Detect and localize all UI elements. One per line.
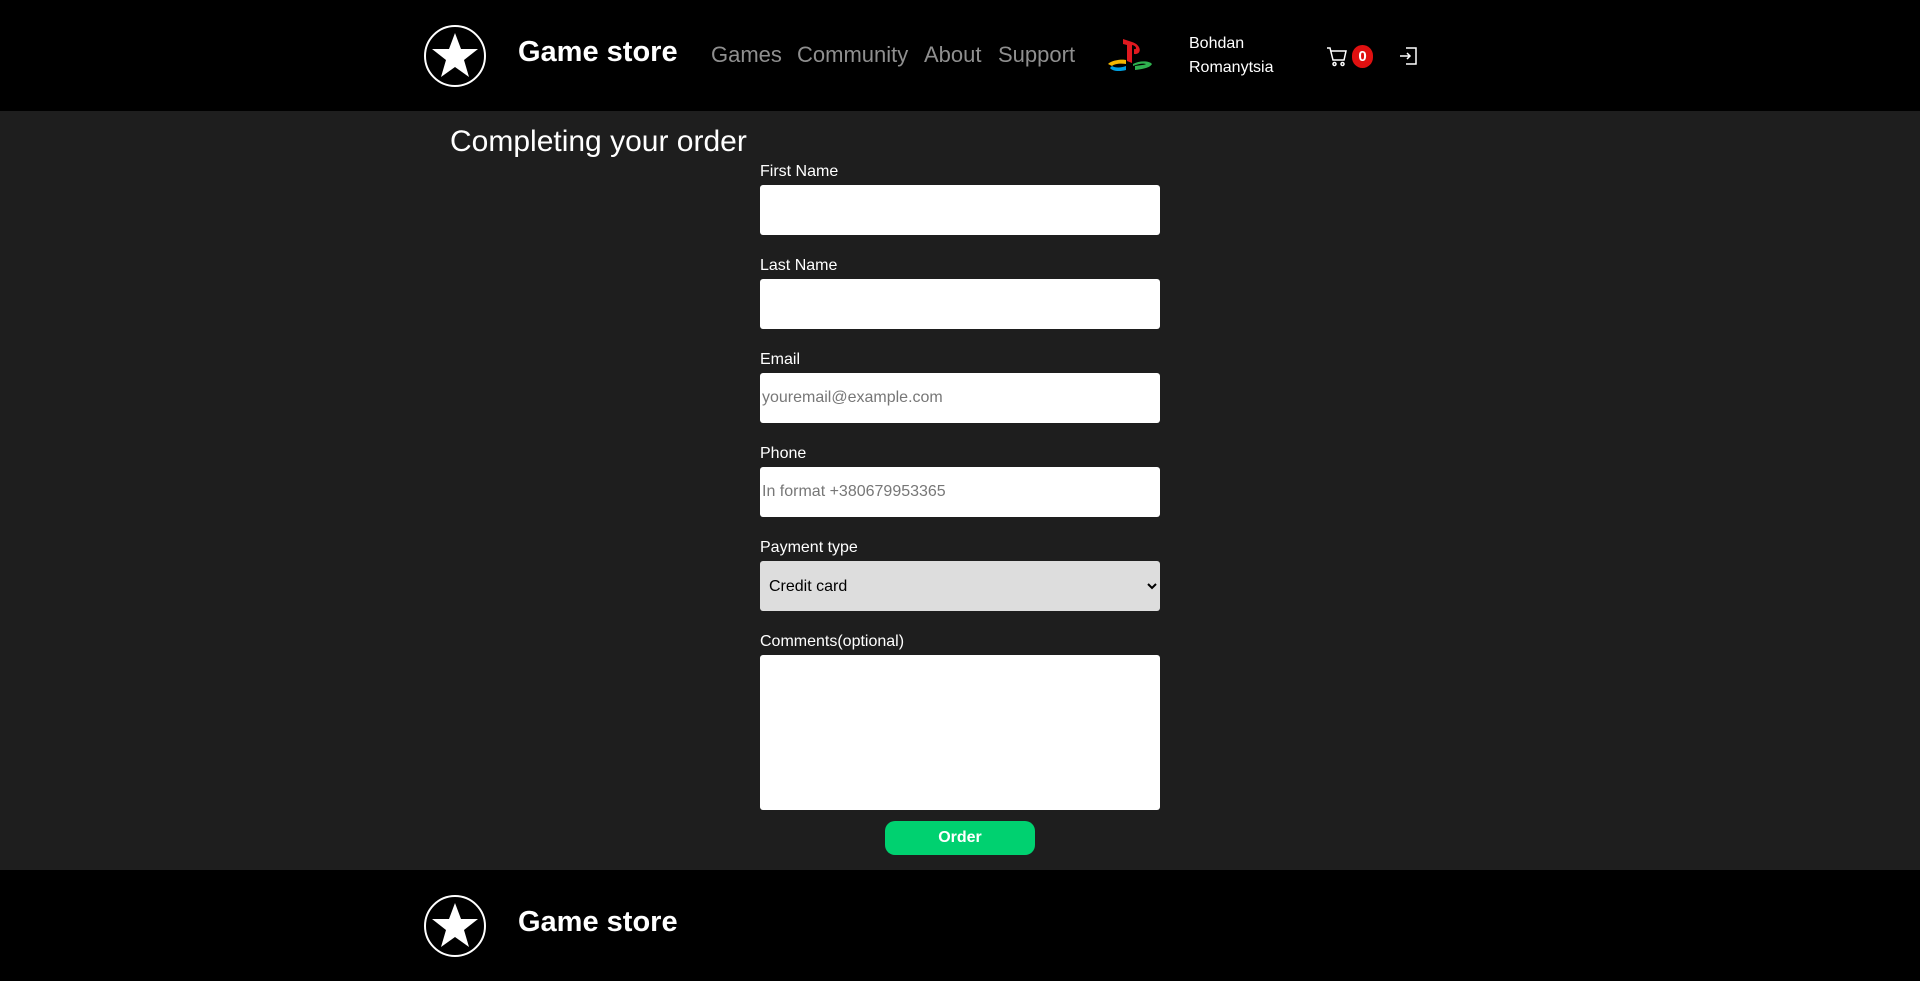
first-name-field[interactable] <box>760 185 1160 235</box>
user-last-name: Romanytsia <box>1189 59 1274 76</box>
comments-label: Comments(optional) <box>760 633 905 650</box>
phone-label: Phone <box>760 445 807 462</box>
cart-count-badge: 0 <box>1352 45 1373 68</box>
nav-support[interactable]: Support <box>998 42 1075 68</box>
first-name-label: First Name <box>760 163 839 180</box>
site-footer: Game store <box>0 870 1920 981</box>
site-header: Game store Games Community About Support… <box>0 0 1920 111</box>
nav-games[interactable]: Games <box>711 42 782 68</box>
user-name[interactable]: Bohdan Romanytsia <box>1189 32 1299 80</box>
email-label: Email <box>760 351 801 368</box>
star-logo-icon[interactable] <box>424 895 486 957</box>
star-logo-icon[interactable] <box>424 25 486 87</box>
footer-brand-title[interactable]: Game store <box>518 906 678 939</box>
cart-icon[interactable] <box>1326 45 1348 67</box>
page-title: Completing your order <box>450 125 747 158</box>
payment-type-select[interactable]: Credit card <box>760 561 1160 611</box>
payment-type-label: Payment type <box>760 539 858 556</box>
last-name-field[interactable] <box>760 279 1160 329</box>
logout-icon[interactable] <box>1399 47 1417 65</box>
comments-field[interactable] <box>760 655 1160 810</box>
email-field[interactable] <box>760 373 1160 423</box>
user-first-name: Bohdan <box>1189 35 1245 52</box>
playstation-icon <box>1106 37 1154 75</box>
last-name-label: Last Name <box>760 257 838 274</box>
nav-about[interactable]: About <box>924 42 982 68</box>
nav-community[interactable]: Community <box>797 42 908 68</box>
order-button[interactable]: Order <box>885 821 1035 855</box>
phone-field[interactable] <box>760 467 1160 517</box>
brand-title[interactable]: Game store <box>518 36 678 69</box>
